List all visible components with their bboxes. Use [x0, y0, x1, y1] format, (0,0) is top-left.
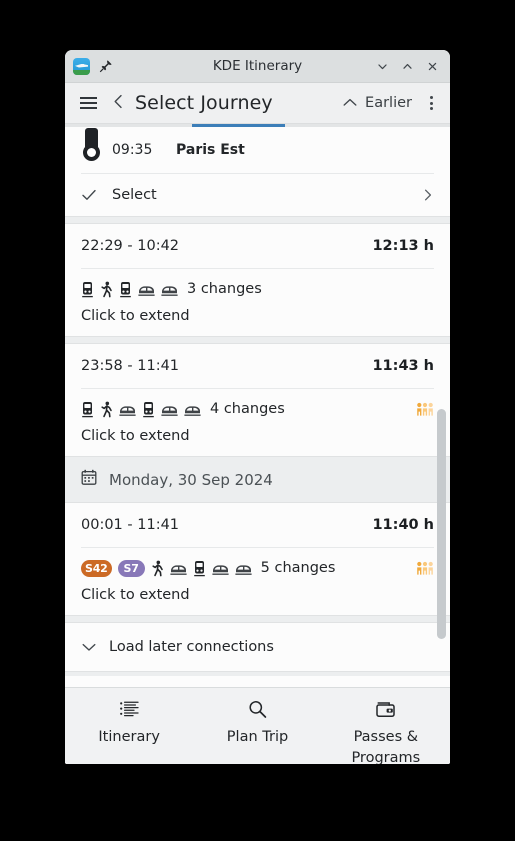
earlier-label: Earlier: [365, 95, 412, 111]
nav-label-itinerary: Itinerary: [98, 729, 160, 745]
journey-mode-line: 3 changes: [81, 279, 434, 299]
journey-duration: 11:43 h: [372, 358, 434, 374]
bottom-navigation: Itinerary Plan Trip Passes & Programs: [65, 687, 450, 764]
train-icon: [119, 401, 136, 418]
journey-body: 4 changes Click to extend: [65, 389, 450, 456]
occupancy-icon: [416, 561, 434, 576]
tram-icon: [81, 281, 94, 298]
nav-label-passes-programs: Passes & Programs: [351, 729, 421, 764]
walk-icon: [151, 560, 164, 577]
list-icon: [119, 698, 140, 721]
titlebar-left-controls: [65, 57, 113, 75]
hamburger-menu-button[interactable]: [75, 89, 101, 117]
tram-icon: [119, 281, 132, 298]
journey-changes: 5 changes: [260, 560, 336, 576]
journey-stop-row[interactable]: 09:35 Paris Est: [65, 127, 450, 173]
chevron-left-icon: [111, 93, 126, 114]
line-badge-s7: S7: [117, 559, 145, 577]
titlebar[interactable]: KDE Itinerary: [65, 50, 450, 83]
journey-duration: 12:13 h: [372, 238, 434, 254]
section-gap: [65, 336, 450, 344]
check-icon: [81, 188, 103, 202]
minimize-button[interactable]: [370, 55, 394, 77]
train-icon: [161, 281, 178, 298]
close-button[interactable]: [420, 55, 444, 77]
section-gap: [65, 671, 450, 676]
search-icon: [247, 698, 268, 721]
journey-card[interactable]: 23:58 - 11:41 11:43 h 4 changes Click to…: [65, 344, 450, 456]
journey-body: 3 changes Click to extend: [65, 269, 450, 336]
back-button[interactable]: [107, 89, 129, 117]
journey-body: S42 S7 5 changes Click to extend: [65, 548, 450, 615]
journey-extend-label[interactable]: Click to extend: [81, 428, 434, 444]
journey-header: 00:01 - 11:41 11:40 h: [65, 503, 450, 547]
calendar-icon: [81, 469, 97, 490]
journey-header: 22:29 - 10:42 12:13 h: [65, 224, 450, 268]
application-window: KDE Itinerary Select Journey Earlier 09:…: [65, 50, 450, 764]
train-icon: [184, 401, 201, 418]
window-controls: [370, 55, 450, 77]
train-icon: [138, 281, 155, 298]
pin-icon[interactable]: [99, 59, 113, 73]
journey-list[interactable]: 09:35 Paris Est Select 22:29 - 10:42 12:…: [65, 124, 450, 676]
tram-icon: [81, 401, 94, 418]
train-icon: [235, 560, 252, 577]
journey-extend-label[interactable]: Click to extend: [81, 587, 434, 603]
journey-mode-line: S42 S7 5 changes: [81, 558, 434, 578]
date-label: Monday, 30 Sep 2024: [109, 470, 273, 489]
nav-item-itinerary[interactable]: Itinerary: [65, 698, 193, 748]
journey-mode-line: 4 changes: [81, 399, 434, 419]
select-journey-action[interactable]: Select: [65, 174, 450, 216]
walk-icon: [100, 281, 113, 298]
maximize-button[interactable]: [395, 55, 419, 77]
scrollbar-thumb[interactable]: [437, 409, 446, 639]
journey-times: 23:58 - 11:41: [81, 358, 180, 374]
tram-icon: [193, 560, 206, 577]
journey-card[interactable]: 00:01 - 11:41 11:40 h S42 S7 5 changes C…: [65, 503, 450, 615]
section-gap: [65, 216, 450, 224]
chevron-right-icon: [422, 188, 434, 202]
accent-underline: [192, 124, 285, 127]
journey-times: 00:01 - 11:41: [81, 517, 180, 533]
load-later-label: Load later connections: [109, 639, 274, 655]
load-later-connections-button[interactable]: Load later connections: [65, 623, 450, 671]
nav-label-plan-trip: Plan Trip: [226, 729, 289, 745]
journey-terminus-marker: [81, 128, 101, 166]
stop-name: Paris Est: [176, 142, 245, 158]
chevron-down-icon: [81, 638, 97, 657]
wallet-icon: [375, 698, 396, 721]
overflow-menu-icon: [429, 96, 433, 99]
journey-duration: 11:40 h: [372, 517, 434, 533]
tram-icon: [142, 401, 155, 418]
nav-item-passes-programs[interactable]: Passes & Programs: [322, 698, 450, 764]
page-title: Select Journey: [135, 92, 273, 114]
train-icon: [170, 560, 187, 577]
date-header: Monday, 30 Sep 2024: [65, 456, 450, 503]
overflow-menu-button[interactable]: [420, 89, 442, 117]
occupancy-icon: [416, 402, 434, 417]
journey-extend-label[interactable]: Click to extend: [81, 308, 434, 324]
walk-icon: [100, 401, 113, 418]
train-icon: [212, 560, 229, 577]
hamburger-menu-icon: [79, 97, 97, 109]
journey-header: 23:58 - 11:41 11:43 h: [65, 344, 450, 388]
journey-times: 22:29 - 10:42: [81, 238, 180, 254]
journey-card[interactable]: 22:29 - 10:42 12:13 h 3 changes Click to…: [65, 224, 450, 336]
kde-itinerary-icon: [73, 57, 90, 75]
journey-changes: 3 changes: [187, 281, 262, 297]
chevron-up-icon: [342, 94, 358, 113]
earlier-button[interactable]: Earlier: [342, 94, 412, 113]
scrollbar[interactable]: [437, 126, 446, 674]
train-icon: [161, 401, 178, 418]
journey-changes: 4 changes: [210, 401, 285, 417]
line-badge-s42: S42: [81, 559, 112, 577]
select-label: Select: [112, 187, 157, 203]
section-gap: [65, 615, 450, 623]
nav-item-plan-trip[interactable]: Plan Trip: [193, 698, 321, 748]
stop-time: 09:35: [112, 142, 153, 158]
toolbar: Select Journey Earlier: [65, 83, 450, 124]
